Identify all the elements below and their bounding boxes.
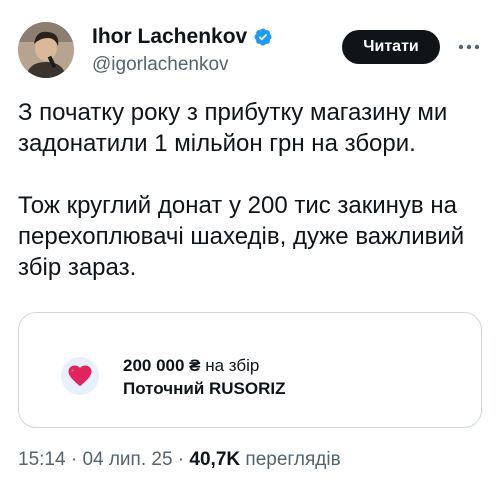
author-info: Ihor Lachenkov @igorlachenkov [92, 24, 273, 78]
card-text: 200 000 ₴ на збір Поточний RUSORIZ [123, 355, 286, 399]
verified-badge-icon[interactable] [253, 27, 273, 47]
meta-separator: · [65, 449, 83, 470]
card-amount-suffix: на збір [200, 356, 260, 375]
views-label[interactable]: переглядів [240, 449, 340, 470]
author-handle[interactable]: @igorlachenkov [92, 52, 273, 78]
card-subtitle: Поточний RUSORIZ [123, 379, 286, 398]
author-name[interactable]: Ihor Lachenkov [92, 24, 247, 50]
tweet-date[interactable]: 04 лип. 25 [82, 449, 172, 470]
follow-button[interactable]: Читати [342, 30, 440, 64]
fundraiser-card[interactable]: 200 000 ₴ на збір Поточний RUSORIZ [18, 312, 482, 428]
heart-icon [61, 357, 99, 395]
tweet-paragraph: Тож круглий донат у 200 тис закинув на п… [18, 192, 465, 281]
avatar[interactable] [18, 22, 74, 78]
author-name-row[interactable]: Ihor Lachenkov [92, 24, 273, 50]
tweet: Ihor Lachenkov @igorlachenkov Читати З п… [0, 0, 500, 492]
tweet-paragraph: З початку року з прибутку магазину ми за… [18, 99, 448, 157]
tweet-text: З початку року з прибутку магазину ми за… [18, 97, 488, 283]
views-count[interactable]: 40,7K [189, 449, 240, 470]
meta-separator: · [172, 449, 190, 470]
avatar-image [18, 22, 74, 78]
card-amount-line: 200 000 ₴ на збір [123, 355, 286, 376]
tweet-time[interactable]: 15:14 [18, 449, 66, 470]
card-amount: 200 000 ₴ [123, 356, 201, 375]
more-options-icon[interactable] [456, 36, 482, 58]
tweet-meta: 15:14 · 04 лип. 25 · 40,7K переглядів [18, 447, 341, 473]
